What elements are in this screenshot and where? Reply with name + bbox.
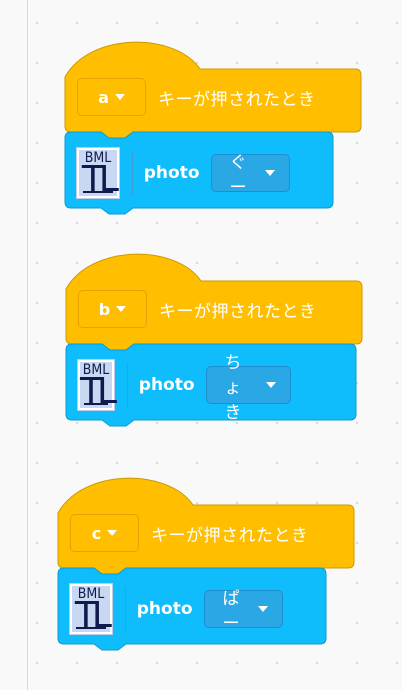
block-divider	[127, 363, 128, 407]
command-label: photo	[138, 375, 195, 395]
dropdown-caret-icon	[114, 94, 125, 100]
command-label: photo	[143, 163, 200, 183]
block-divider	[124, 587, 126, 631]
photo-option-dropdown[interactable]: ちょき	[205, 353, 291, 423]
photo-option-dropdown[interactable]: ぐー	[210, 153, 290, 198]
dropdown-caret-icon	[107, 530, 118, 536]
bmltl-extension-icon: BML TL	[69, 583, 113, 635]
dropdown-caret-icon	[257, 606, 268, 612]
block-divider	[131, 151, 133, 195]
workspace-left-edge	[0, 0, 28, 690]
dropdown-caret-icon	[116, 306, 127, 312]
hat-label: キーが押されたとき	[151, 525, 309, 546]
key-dropdown[interactable]: b	[78, 290, 147, 328]
dropdown-caret-icon	[265, 382, 276, 388]
hat-label: キーが押されたとき	[158, 89, 316, 110]
hat-label: キーが押されたとき	[159, 301, 317, 322]
bmltl-extension-icon: BML TL	[76, 147, 120, 199]
key-dropdown[interactable]: a	[77, 78, 146, 116]
key-dropdown[interactable]: c	[70, 514, 139, 552]
bmltl-extension-icon: BML TL	[77, 359, 117, 411]
command-label: photo	[136, 599, 193, 619]
dropdown-caret-icon	[264, 170, 275, 176]
photo-option-dropdown[interactable]: ぱー	[203, 589, 283, 634]
